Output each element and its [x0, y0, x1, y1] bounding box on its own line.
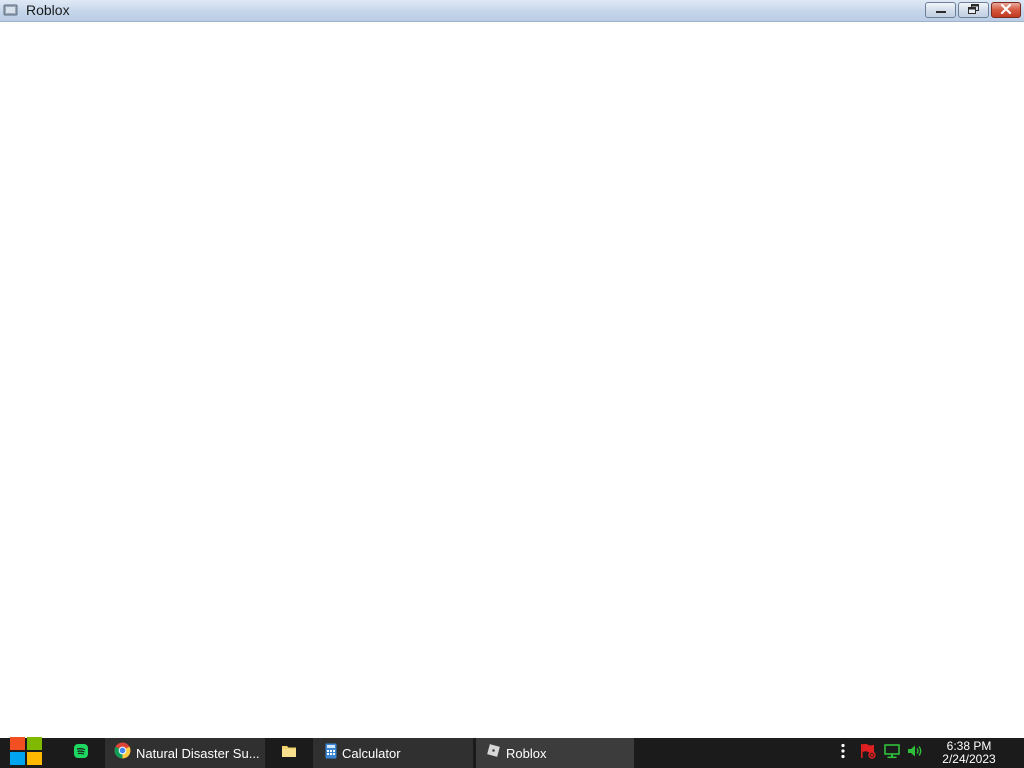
restore-button[interactable]	[958, 2, 989, 18]
windows-logo-icon	[10, 736, 42, 768]
window-title: Roblox	[26, 2, 70, 18]
minimize-button[interactable]	[925, 2, 956, 18]
tray-volume[interactable]	[904, 738, 926, 768]
window-title-bar[interactable]: Roblox	[0, 0, 1024, 22]
clock-date: 2/24/2023	[942, 752, 996, 766]
folder-icon	[281, 744, 297, 763]
calculator-icon	[325, 743, 337, 764]
taskbar-item-label: Roblox	[506, 745, 547, 761]
tray-network[interactable]	[881, 738, 903, 768]
taskbar-item-calculator[interactable]: Calculator	[313, 738, 473, 768]
close-icon	[1000, 1, 1012, 19]
roblox-icon	[486, 743, 501, 763]
volume-icon	[906, 743, 924, 764]
network-icon	[883, 743, 901, 764]
more-icon	[841, 743, 845, 764]
taskbar-item-roblox[interactable]: Roblox	[476, 738, 634, 768]
chrome-icon	[114, 742, 131, 764]
taskbar-clock[interactable]: 6:38 PM 2/24/2023	[932, 740, 1006, 766]
taskbar-item-label: Calculator	[342, 745, 401, 761]
roblox-window-content[interactable]	[0, 22, 1024, 738]
start-button[interactable]	[0, 736, 52, 768]
roblox-window-icon	[3, 3, 19, 17]
taskbar-item-files[interactable]	[269, 738, 309, 768]
taskbar-item-spotify[interactable]	[62, 738, 100, 768]
taskbar: Natural Disaster Su... Calculator Roblox…	[0, 736, 1024, 768]
minimize-icon	[935, 1, 947, 19]
tray-action-center[interactable]	[857, 738, 879, 768]
close-button[interactable]	[991, 2, 1021, 18]
flag-icon	[859, 743, 877, 764]
restore-icon	[967, 1, 980, 19]
spotify-icon	[73, 743, 89, 764]
taskbar-item-label: Natural Disaster Su...	[136, 745, 260, 761]
taskbar-item-chrome[interactable]: Natural Disaster Su...	[105, 738, 265, 768]
tray-overflow-button[interactable]	[836, 738, 850, 768]
